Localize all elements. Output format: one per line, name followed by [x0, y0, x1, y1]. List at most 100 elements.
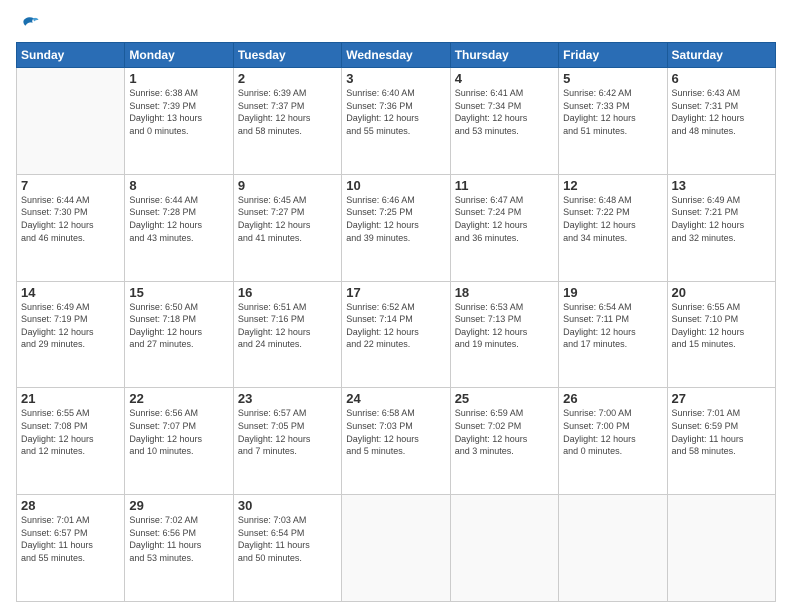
calendar-header-monday: Monday: [125, 43, 233, 68]
calendar-cell: 1Sunrise: 6:38 AM Sunset: 7:39 PM Daylig…: [125, 68, 233, 175]
day-info: Sunrise: 6:42 AM Sunset: 7:33 PM Dayligh…: [563, 87, 662, 137]
calendar-cell: 28Sunrise: 7:01 AM Sunset: 6:57 PM Dayli…: [17, 495, 125, 602]
day-number: 7: [21, 178, 120, 193]
day-info: Sunrise: 6:52 AM Sunset: 7:14 PM Dayligh…: [346, 301, 445, 351]
calendar-cell: 19Sunrise: 6:54 AM Sunset: 7:11 PM Dayli…: [559, 281, 667, 388]
day-info: Sunrise: 6:51 AM Sunset: 7:16 PM Dayligh…: [238, 301, 337, 351]
day-info: Sunrise: 7:02 AM Sunset: 6:56 PM Dayligh…: [129, 514, 228, 564]
day-number: 4: [455, 71, 554, 86]
calendar-cell: 30Sunrise: 7:03 AM Sunset: 6:54 PM Dayli…: [233, 495, 341, 602]
day-info: Sunrise: 7:03 AM Sunset: 6:54 PM Dayligh…: [238, 514, 337, 564]
calendar-cell: 22Sunrise: 6:56 AM Sunset: 7:07 PM Dayli…: [125, 388, 233, 495]
day-number: 10: [346, 178, 445, 193]
calendar-cell: 8Sunrise: 6:44 AM Sunset: 7:28 PM Daylig…: [125, 174, 233, 281]
day-number: 12: [563, 178, 662, 193]
day-number: 27: [672, 391, 771, 406]
calendar-cell: 23Sunrise: 6:57 AM Sunset: 7:05 PM Dayli…: [233, 388, 341, 495]
day-info: Sunrise: 6:38 AM Sunset: 7:39 PM Dayligh…: [129, 87, 228, 137]
day-number: 15: [129, 285, 228, 300]
calendar-cell: 20Sunrise: 6:55 AM Sunset: 7:10 PM Dayli…: [667, 281, 775, 388]
day-number: 6: [672, 71, 771, 86]
calendar-header-sunday: Sunday: [17, 43, 125, 68]
header: [16, 10, 776, 36]
day-number: 3: [346, 71, 445, 86]
day-number: 21: [21, 391, 120, 406]
calendar-cell: 10Sunrise: 6:46 AM Sunset: 7:25 PM Dayli…: [342, 174, 450, 281]
day-info: Sunrise: 6:46 AM Sunset: 7:25 PM Dayligh…: [346, 194, 445, 244]
calendar-cell: 27Sunrise: 7:01 AM Sunset: 6:59 PM Dayli…: [667, 388, 775, 495]
day-number: 24: [346, 391, 445, 406]
day-number: 9: [238, 178, 337, 193]
calendar-cell: 26Sunrise: 7:00 AM Sunset: 7:00 PM Dayli…: [559, 388, 667, 495]
calendar-table: SundayMondayTuesdayWednesdayThursdayFrid…: [16, 42, 776, 602]
day-info: Sunrise: 6:55 AM Sunset: 7:08 PM Dayligh…: [21, 407, 120, 457]
day-number: 11: [455, 178, 554, 193]
calendar-cell: 9Sunrise: 6:45 AM Sunset: 7:27 PM Daylig…: [233, 174, 341, 281]
calendar-cell: 25Sunrise: 6:59 AM Sunset: 7:02 PM Dayli…: [450, 388, 558, 495]
day-info: Sunrise: 7:01 AM Sunset: 6:57 PM Dayligh…: [21, 514, 120, 564]
day-info: Sunrise: 6:45 AM Sunset: 7:27 PM Dayligh…: [238, 194, 337, 244]
day-number: 18: [455, 285, 554, 300]
day-info: Sunrise: 6:49 AM Sunset: 7:21 PM Dayligh…: [672, 194, 771, 244]
day-number: 1: [129, 71, 228, 86]
day-number: 14: [21, 285, 120, 300]
calendar-cell: 21Sunrise: 6:55 AM Sunset: 7:08 PM Dayli…: [17, 388, 125, 495]
day-info: Sunrise: 6:40 AM Sunset: 7:36 PM Dayligh…: [346, 87, 445, 137]
day-info: Sunrise: 6:48 AM Sunset: 7:22 PM Dayligh…: [563, 194, 662, 244]
day-number: 19: [563, 285, 662, 300]
calendar-cell: 11Sunrise: 6:47 AM Sunset: 7:24 PM Dayli…: [450, 174, 558, 281]
logo: [16, 14, 40, 36]
day-number: 30: [238, 498, 337, 513]
calendar-cell: 2Sunrise: 6:39 AM Sunset: 7:37 PM Daylig…: [233, 68, 341, 175]
day-number: 22: [129, 391, 228, 406]
day-number: 28: [21, 498, 120, 513]
day-info: Sunrise: 6:39 AM Sunset: 7:37 PM Dayligh…: [238, 87, 337, 137]
logo-bird-icon: [18, 14, 40, 36]
day-number: 8: [129, 178, 228, 193]
calendar-cell: 6Sunrise: 6:43 AM Sunset: 7:31 PM Daylig…: [667, 68, 775, 175]
calendar-week-row: 28Sunrise: 7:01 AM Sunset: 6:57 PM Dayli…: [17, 495, 776, 602]
calendar-header-thursday: Thursday: [450, 43, 558, 68]
calendar-cell: [667, 495, 775, 602]
day-info: Sunrise: 6:59 AM Sunset: 7:02 PM Dayligh…: [455, 407, 554, 457]
calendar-cell: 13Sunrise: 6:49 AM Sunset: 7:21 PM Dayli…: [667, 174, 775, 281]
calendar-week-row: 21Sunrise: 6:55 AM Sunset: 7:08 PM Dayli…: [17, 388, 776, 495]
day-number: 26: [563, 391, 662, 406]
day-info: Sunrise: 6:41 AM Sunset: 7:34 PM Dayligh…: [455, 87, 554, 137]
day-number: 23: [238, 391, 337, 406]
day-info: Sunrise: 6:50 AM Sunset: 7:18 PM Dayligh…: [129, 301, 228, 351]
calendar-cell: [559, 495, 667, 602]
calendar-cell: [342, 495, 450, 602]
calendar-header-row: SundayMondayTuesdayWednesdayThursdayFrid…: [17, 43, 776, 68]
day-info: Sunrise: 6:44 AM Sunset: 7:28 PM Dayligh…: [129, 194, 228, 244]
calendar-week-row: 14Sunrise: 6:49 AM Sunset: 7:19 PM Dayli…: [17, 281, 776, 388]
day-info: Sunrise: 6:49 AM Sunset: 7:19 PM Dayligh…: [21, 301, 120, 351]
calendar-cell: 3Sunrise: 6:40 AM Sunset: 7:36 PM Daylig…: [342, 68, 450, 175]
day-number: 16: [238, 285, 337, 300]
page: SundayMondayTuesdayWednesdayThursdayFrid…: [0, 0, 792, 612]
calendar-cell: 24Sunrise: 6:58 AM Sunset: 7:03 PM Dayli…: [342, 388, 450, 495]
calendar-cell: 29Sunrise: 7:02 AM Sunset: 6:56 PM Dayli…: [125, 495, 233, 602]
day-info: Sunrise: 6:44 AM Sunset: 7:30 PM Dayligh…: [21, 194, 120, 244]
calendar-header-wednesday: Wednesday: [342, 43, 450, 68]
calendar-cell: 15Sunrise: 6:50 AM Sunset: 7:18 PM Dayli…: [125, 281, 233, 388]
calendar-week-row: 1Sunrise: 6:38 AM Sunset: 7:39 PM Daylig…: [17, 68, 776, 175]
day-info: Sunrise: 7:01 AM Sunset: 6:59 PM Dayligh…: [672, 407, 771, 457]
calendar-cell: 16Sunrise: 6:51 AM Sunset: 7:16 PM Dayli…: [233, 281, 341, 388]
day-info: Sunrise: 6:54 AM Sunset: 7:11 PM Dayligh…: [563, 301, 662, 351]
calendar-cell: 5Sunrise: 6:42 AM Sunset: 7:33 PM Daylig…: [559, 68, 667, 175]
day-number: 25: [455, 391, 554, 406]
day-info: Sunrise: 6:43 AM Sunset: 7:31 PM Dayligh…: [672, 87, 771, 137]
calendar-cell: 12Sunrise: 6:48 AM Sunset: 7:22 PM Dayli…: [559, 174, 667, 281]
calendar-cell: 14Sunrise: 6:49 AM Sunset: 7:19 PM Dayli…: [17, 281, 125, 388]
day-number: 17: [346, 285, 445, 300]
day-info: Sunrise: 6:47 AM Sunset: 7:24 PM Dayligh…: [455, 194, 554, 244]
day-number: 13: [672, 178, 771, 193]
calendar-cell: 17Sunrise: 6:52 AM Sunset: 7:14 PM Dayli…: [342, 281, 450, 388]
calendar-week-row: 7Sunrise: 6:44 AM Sunset: 7:30 PM Daylig…: [17, 174, 776, 281]
day-info: Sunrise: 6:53 AM Sunset: 7:13 PM Dayligh…: [455, 301, 554, 351]
calendar-cell: [450, 495, 558, 602]
day-number: 29: [129, 498, 228, 513]
calendar-cell: 18Sunrise: 6:53 AM Sunset: 7:13 PM Dayli…: [450, 281, 558, 388]
day-number: 2: [238, 71, 337, 86]
